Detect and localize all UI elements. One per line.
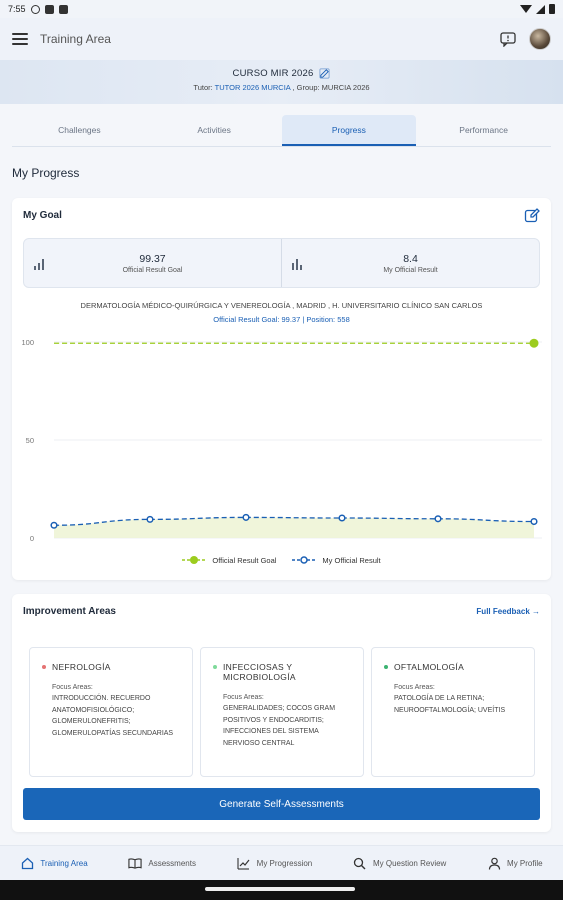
menu-icon[interactable]	[12, 33, 28, 45]
chart-caption-link: Official Result Goal: 99.37 | Position: …	[213, 315, 350, 324]
area-dot	[384, 665, 388, 669]
search-icon	[353, 856, 367, 870]
focus-label: Focus Areas:	[394, 684, 435, 691]
focus-text: INTRODUCCIÓN. RECUERDO ANATOMOFISIOLÓGIC…	[52, 695, 174, 737]
improvement-areas-list: NEFROLOGÍA Focus Areas: INTRODUCCIÓN. RE…	[29, 647, 535, 777]
shield-icon	[44, 4, 54, 14]
progress-chart: 100 50 0	[21, 338, 542, 543]
stat-goal-value: 99.37	[139, 252, 166, 265]
chart-legend: Official Result Goal My Official Result	[12, 555, 551, 565]
improvement-areas-card: Improvement Areas Full Feedback → NEFROL…	[12, 594, 551, 832]
goal-title: My Goal	[23, 210, 62, 221]
status-bar: 7:55	[0, 0, 563, 18]
app-title: Training Area	[40, 32, 111, 46]
area-card[interactable]: OFTALMOLOGÍA Focus Areas: PATOLOGÍA DE L…	[371, 647, 535, 777]
course-title: CURSO MIR 2026	[232, 68, 314, 79]
y-tick-label: 50	[26, 436, 34, 445]
result-point	[434, 515, 442, 523]
focus-text: PATOLOGÍA DE LA RETINA; NEUROOFTALMOLOGÍ…	[394, 695, 506, 714]
improvement-title: Improvement Areas	[23, 606, 116, 617]
page-title: My Progress	[12, 166, 80, 180]
person-icon	[487, 856, 501, 870]
my-goal-card: My Goal 99.37 Official Result Goal 8.4 M…	[12, 198, 551, 580]
course-banner: CURSO MIR 2026 Tutor: TUTOR 2026 MURCIA …	[0, 60, 563, 104]
notification-icon	[58, 4, 68, 14]
group-text: , Group: MURCIA 2026	[290, 83, 370, 92]
generate-self-assessments-button[interactable]: Generate Self-Assessments	[23, 788, 540, 820]
edit-icon[interactable]	[319, 68, 330, 79]
area-dot	[213, 665, 217, 669]
full-feedback-link[interactable]: Full Feedback →	[476, 607, 540, 616]
system-gesture-bar	[0, 880, 563, 900]
area-card[interactable]: NEFROLOGÍA Focus Areas: INTRODUCCIÓN. RE…	[29, 647, 193, 777]
tutor-link[interactable]: TUTOR 2026 MURCIA	[215, 83, 291, 92]
stat-result: 8.4 My Official Result	[281, 239, 539, 287]
goal-stats: 99.37 Official Result Goal 8.4 My Offici…	[23, 238, 540, 288]
result-point	[530, 517, 538, 526]
area-card[interactable]: INFECCIOSAS Y MICROBIOLOGÍA Focus Areas:…	[200, 647, 364, 777]
y-tick-label: 0	[30, 534, 34, 543]
area-title: NEFROLOGÍA	[52, 662, 111, 672]
bar-chart-icon	[34, 256, 48, 270]
stat-result-value: 8.4	[403, 252, 418, 265]
bar-chart-icon	[292, 256, 306, 270]
nav-label: My Profile	[507, 858, 543, 868]
nav-label: Assessments	[148, 858, 196, 868]
focus-label: Focus Areas:	[223, 694, 264, 701]
wifi-icon	[520, 5, 532, 13]
home-icon	[20, 856, 34, 870]
nav-my-profile[interactable]: My Profile	[487, 856, 543, 870]
tutor-label: Tutor:	[193, 83, 215, 92]
focus-label: Focus Areas:	[52, 684, 93, 691]
stat-goal: 99.37 Official Result Goal	[24, 239, 281, 287]
tab-performance[interactable]: Performance	[416, 115, 551, 146]
battery-icon	[549, 4, 555, 14]
result-point	[146, 515, 154, 523]
tab-challenges[interactable]: Challenges	[12, 115, 147, 146]
area-dot	[42, 665, 46, 669]
focus-text: GENERALIDADES; COCOS GRAM POSITIVOS Y EN…	[223, 705, 336, 747]
chat-icon[interactable]	[499, 31, 517, 47]
result-point	[338, 514, 346, 522]
nav-my-question-review[interactable]: My Question Review	[353, 856, 446, 870]
legend-result[interactable]: My Official Result	[292, 555, 381, 565]
nav-training-area[interactable]: Training Area	[20, 856, 88, 870]
nav-label: My Progression	[256, 858, 313, 868]
legend-result-label: My Official Result	[322, 555, 381, 565]
signal-icon	[536, 4, 545, 14]
legend-goal-marker	[182, 556, 207, 564]
stat-result-label: My Official Result	[383, 266, 438, 274]
result-point	[242, 513, 250, 521]
tab-progress[interactable]: Progress	[281, 115, 417, 146]
trend-icon	[237, 856, 251, 870]
legend-result-marker	[292, 556, 317, 564]
gesture-handle[interactable]	[205, 887, 355, 891]
nav-label: Training Area	[40, 858, 88, 868]
bottom-nav: Training Area Assessments My Progression…	[0, 845, 563, 880]
book-icon	[128, 856, 143, 870]
result-point	[50, 521, 58, 529]
do-not-disturb-icon	[30, 4, 40, 14]
goal-point	[529, 338, 539, 348]
legend-goal[interactable]: Official Result Goal	[182, 555, 276, 565]
area-title: OFTALMOLOGÍA	[394, 662, 465, 672]
avatar[interactable]	[529, 28, 551, 50]
edit-goal-icon[interactable]	[524, 208, 540, 224]
stat-goal-label: Official Result Goal	[122, 266, 183, 274]
app-bar: Training Area	[0, 18, 563, 60]
tab-activities[interactable]: Activities	[147, 115, 282, 146]
tab-bar: Challenges Activities Progress Performan…	[12, 115, 551, 147]
chart-caption: DERMATOLOGÍA MÉDICO-QUIRÚRGICA Y VENEREO…	[80, 301, 483, 310]
nav-my-progression[interactable]: My Progression	[237, 856, 313, 870]
nav-assessments[interactable]: Assessments	[128, 856, 196, 870]
status-time: 7:55	[8, 4, 26, 14]
y-tick-label: 100	[21, 338, 34, 347]
nav-label: My Question Review	[372, 858, 447, 868]
area-title: INFECCIOSAS Y MICROBIOLOGÍA	[223, 662, 296, 682]
legend-goal-label: Official Result Goal	[212, 555, 277, 565]
tutor-group-line: Tutor: TUTOR 2026 MURCIA , Group: MURCIA…	[0, 83, 563, 92]
